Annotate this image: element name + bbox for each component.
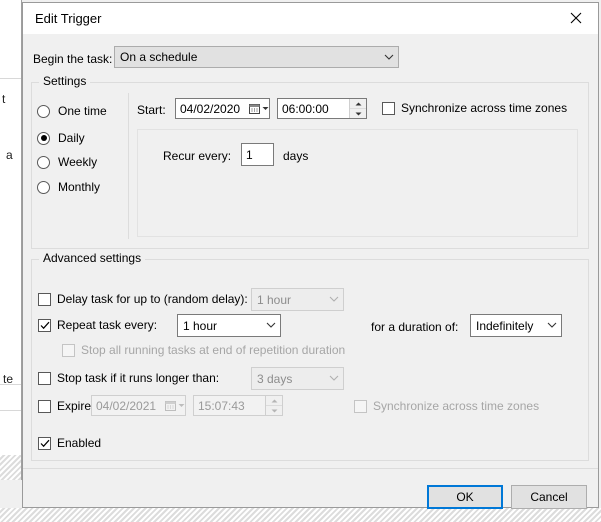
expire-checkbox[interactable]: Expire: (38, 399, 94, 413)
dialog-title: Edit Trigger (35, 11, 102, 26)
start-time-spinner[interactable] (349, 99, 366, 118)
radio-one-time[interactable]: One time (37, 104, 107, 118)
repeat-task-checkbox[interactable]: Repeat task every: (38, 318, 157, 332)
spinner-down-icon (266, 406, 282, 415)
delay-task-checkbox[interactable]: Delay task for up to (random delay): (38, 292, 248, 306)
delay-task-value: 1 hour (257, 292, 292, 307)
checkbox-label: Delay task for up to (random delay): (57, 292, 248, 306)
background-window[interactable]: t a te (0, 0, 22, 480)
repeat-duration-value: Indefinitely (476, 318, 534, 333)
start-date-field[interactable]: 04/02/2020 (175, 98, 270, 119)
chevron-down-icon (380, 54, 398, 61)
dialog-titlebar: Edit Trigger (23, 3, 598, 34)
repeat-duration-combobox[interactable]: Indefinitely (470, 314, 562, 337)
begin-task-label: Begin the task: (33, 52, 113, 66)
radio-label: Daily (58, 131, 85, 145)
checkbox-indicator (38, 318, 51, 332)
calendar-dropdown-icon[interactable] (249, 103, 269, 114)
radio-label: Monthly (58, 180, 101, 194)
checkbox-indicator (62, 343, 75, 357)
recur-every-value: 1 (246, 147, 253, 162)
recurrence-panel (137, 129, 578, 237)
footer-divider (23, 468, 598, 469)
checkbox-label: Synchronize across time zones (401, 101, 568, 115)
background-text-fragment: te (3, 372, 14, 386)
enabled-checkbox[interactable]: Enabled (38, 436, 101, 450)
stop-if-longer-combobox: 3 days (251, 367, 344, 390)
expire-time-spinner (265, 396, 282, 415)
radio-daily[interactable]: Daily (37, 131, 85, 145)
spinner-up-icon[interactable] (350, 99, 366, 109)
edit-trigger-dialog: Edit Trigger Begin the task: On a schedu… (22, 2, 599, 509)
checkbox-label: Synchronize across time zones (373, 399, 540, 413)
recur-unit-label: days (283, 149, 309, 163)
checkbox-indicator (354, 399, 367, 413)
close-icon (570, 12, 581, 24)
begin-task-combobox[interactable]: On a schedule (114, 46, 399, 68)
close-button[interactable] (553, 3, 598, 33)
start-time-value: 06:00:00 (282, 101, 329, 116)
expire-sync-timezones-checkbox: Synchronize across time zones (354, 399, 539, 413)
begin-task-value: On a schedule (120, 50, 198, 64)
checkbox-label: Enabled (57, 436, 102, 450)
checkbox-indicator (382, 101, 395, 115)
checkbox-label: Stop task if it runs longer than: (57, 371, 220, 385)
settings-vertical-separator (128, 93, 129, 239)
radio-label: One time (58, 104, 107, 118)
checkbox-label: Repeat task every: (57, 318, 158, 332)
calendar-dropdown-icon (165, 400, 185, 411)
repeat-interval-value: 1 hour (183, 318, 218, 333)
expire-date-field: 04/02/2021 (91, 395, 186, 416)
checkbox-label: Expire: (57, 399, 95, 413)
chevron-down-icon (262, 322, 280, 329)
chevron-down-icon (543, 322, 561, 329)
expire-date-value: 04/02/2021 (96, 398, 157, 413)
checkbox-indicator (38, 371, 51, 385)
checkbox-indicator (38, 399, 51, 413)
background-window-divider (0, 78, 21, 79)
expire-time-value: 15:07:43 (198, 398, 245, 413)
checkbox-indicator (38, 436, 51, 450)
radio-label: Weekly (58, 155, 98, 169)
repeat-interval-combobox[interactable]: 1 hour (177, 314, 281, 337)
background-window-divider (0, 410, 21, 411)
ok-button-label: OK (456, 490, 474, 504)
delay-task-combobox: 1 hour (251, 288, 344, 311)
radio-weekly[interactable]: Weekly (37, 155, 97, 169)
radio-monthly[interactable]: Monthly (37, 180, 100, 194)
checkbox-label: Stop all running tasks at end of repetit… (81, 343, 346, 357)
advanced-settings-group-title: Advanced settings (39, 251, 146, 265)
stop-if-longer-value: 3 days (257, 371, 293, 386)
settings-group-title: Settings (39, 74, 91, 88)
check-icon (40, 439, 49, 447)
ok-button[interactable]: OK (427, 485, 503, 509)
stop-if-longer-checkbox[interactable]: Stop task if it runs longer than: (38, 371, 219, 385)
checkbox-indicator (38, 292, 51, 306)
radio-indicator (37, 180, 50, 194)
background-hatch-area (0, 455, 21, 480)
spinner-down-icon[interactable] (350, 109, 366, 118)
recur-every-label: Recur every: (163, 149, 232, 163)
stop-all-tasks-checkbox: Stop all running tasks at end of repetit… (62, 343, 345, 357)
radio-indicator (37, 131, 50, 145)
cancel-button[interactable]: Cancel (511, 485, 587, 509)
radio-indicator (37, 155, 50, 169)
chevron-down-icon (325, 296, 343, 303)
start-time-field[interactable]: 06:00:00 (277, 98, 367, 119)
duration-label: for a duration of: (371, 320, 459, 334)
expire-time-field: 15:07:43 (193, 395, 283, 416)
background-text-fragment: a (6, 148, 13, 162)
start-label: Start: (137, 103, 166, 117)
chevron-down-icon (325, 375, 343, 382)
desktop-hatch-strip (0, 508, 601, 522)
check-icon (40, 321, 49, 329)
start-sync-timezones-checkbox[interactable]: Synchronize across time zones (382, 101, 567, 115)
cancel-button-label: Cancel (530, 490, 568, 504)
spinner-up-icon (266, 396, 282, 406)
start-date-value: 04/02/2020 (180, 101, 241, 116)
radio-indicator (37, 104, 50, 118)
background-text-fragment: t (2, 92, 6, 106)
recur-every-input[interactable]: 1 (241, 143, 274, 166)
